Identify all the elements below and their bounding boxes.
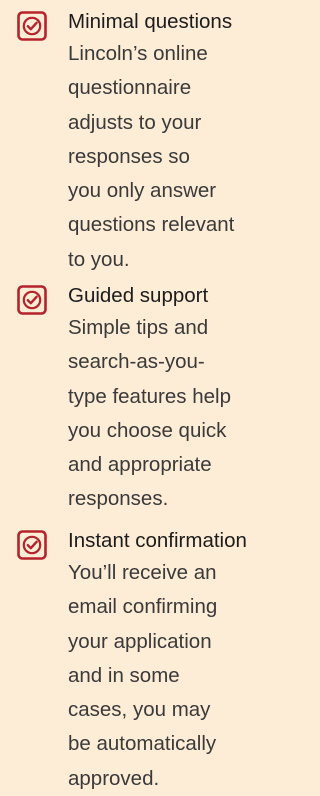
checkbox-checked-icon: [17, 285, 47, 315]
checkbox-checked-icon: [17, 11, 47, 41]
feature-description-line: You’ll receive an: [68, 561, 217, 584]
feature-description-line: responses so: [68, 144, 190, 168]
feature-description-line: and in some: [68, 663, 180, 687]
feature-text: Minimal questions Lincoln’s online quest…: [68, 7, 282, 277]
feature-description-line: to you.: [68, 247, 130, 271]
feature-description-line: your application: [68, 629, 212, 653]
feature-description-line: email confirming: [68, 595, 218, 619]
feature-description-line: responses.: [68, 487, 169, 511]
feature-description-line: questionnaire: [68, 76, 192, 100]
feature-description-line: search-as-you-: [68, 350, 205, 374]
feature-description-line: adjusts to your: [68, 110, 202, 134]
feature-description-line: Lincoln’s online: [68, 42, 208, 65]
feature-title: Minimal questions: [68, 10, 233, 33]
feature-description-line: questions relevant: [68, 213, 235, 237]
feature-list: Minimal questions Lincoln’s online quest…: [0, 0, 282, 791]
feature-description-line: be automatically: [68, 732, 217, 756]
feature-title: Guided support: [68, 284, 209, 307]
feature-description-line: you choose quick: [68, 418, 227, 442]
feature-description-line: cases, you may: [68, 698, 211, 722]
feature-title: Instant confirmation: [68, 529, 247, 552]
feature-text: Instant confirmation You’ll receive an e…: [68, 526, 282, 796]
feature-text: Guided support Simple tips and search-as…: [68, 281, 282, 517]
feature-description-line: and appropriate: [68, 453, 212, 477]
feature-description-line: Simple tips and: [68, 316, 209, 339]
feature-description-line: you only answer: [68, 179, 217, 203]
checkbox-checked-icon: [17, 530, 47, 560]
feature-description-line: type features help: [68, 384, 231, 408]
